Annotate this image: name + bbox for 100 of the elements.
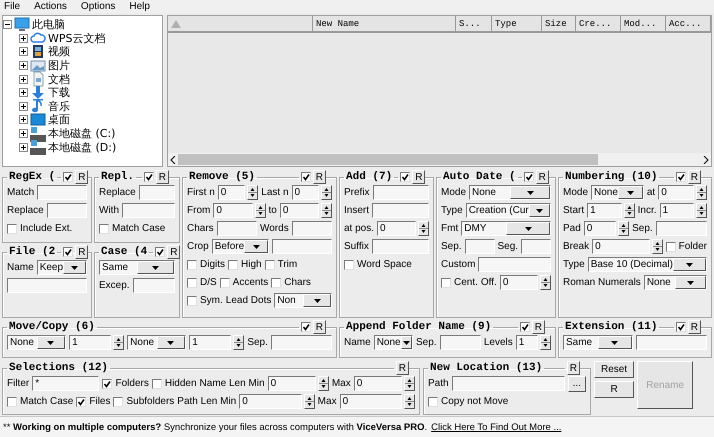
text-field[interactable] [372,185,429,200]
expand-icon[interactable] [19,142,28,152]
text-field[interactable] [132,278,175,293]
reset-section-button[interactable]: R [156,170,169,184]
action-button[interactable]: R [594,381,634,398]
tree-item[interactable]: 下载 [48,85,70,100]
checkbox[interactable] [400,172,410,182]
spinner-button[interactable] [304,394,315,409]
number-field[interactable]: 1 [587,203,622,218]
spinner-button[interactable] [540,335,552,350]
dropdown[interactable]: Non [274,293,332,308]
spinner-button[interactable] [254,203,266,218]
tree-item[interactable]: 图片 [48,58,70,74]
tree-item[interactable]: 文档 [48,72,70,87]
text-field[interactable] [478,257,551,272]
spinner-button[interactable] [696,203,707,218]
checkbox[interactable] [102,378,112,388]
tree-item[interactable]: 视频 [48,44,70,60]
number-field[interactable]: 1 [189,335,232,350]
menu-item[interactable]: Help [129,1,150,12]
reset-section-button[interactable]: R [412,170,426,184]
dropdown[interactable]: Keep [36,260,87,275]
text-field[interactable] [656,221,707,236]
spinner-button[interactable] [418,221,429,236]
number-field[interactable]: 1 [660,203,694,218]
menu-item[interactable]: Actions [34,1,67,12]
checkbox[interactable] [144,172,154,182]
checkbox[interactable] [187,296,197,306]
column-header[interactable]: Mod... [621,16,666,31]
text-field[interactable] [37,185,87,200]
number-field[interactable]: 0 [239,394,302,409]
reset-section-button[interactable]: R [536,170,549,184]
dropdown[interactable]: None [591,185,644,200]
horizontal-scrollbar[interactable] [168,153,711,166]
text-field[interactable] [372,203,429,218]
dropdown[interactable]: Same [99,260,175,275]
checkbox[interactable] [99,224,109,234]
checkbox[interactable] [300,172,311,182]
column-header[interactable]: Cre... [576,16,621,31]
dropdown[interactable]: None [644,275,707,290]
checkbox[interactable] [428,396,438,406]
scrollbar-thumb[interactable] [178,154,598,165]
checkbox[interactable] [666,242,676,252]
dropdown[interactable]: None [374,335,413,350]
text-field[interactable] [372,239,429,254]
checkbox[interactable] [63,172,74,182]
spinner-button[interactable] [404,376,415,391]
checkbox[interactable] [300,322,311,332]
dropdown[interactable]: DMY [461,221,551,236]
column-header[interactable]: Acc... [666,16,711,31]
number-field[interactable]: 0 [340,394,402,409]
column-header[interactable]: New Name [313,16,456,31]
expand-icon[interactable] [19,34,28,43]
expand-icon[interactable] [19,88,28,98]
checkbox[interactable] [187,260,197,270]
column-header[interactable]: Type [492,16,542,31]
text-field[interactable] [292,221,332,236]
checkbox[interactable] [676,322,686,332]
expand-icon[interactable] [19,115,28,124]
spinner-button[interactable] [247,185,258,200]
spinner-button[interactable] [540,275,551,290]
number-field[interactable]: 1 [69,335,112,350]
text-field[interactable] [636,335,707,350]
checkbox[interactable] [220,278,230,288]
tree-item[interactable]: 桌面 [48,112,70,128]
text-field[interactable] [440,335,481,350]
text-field[interactable] [521,239,551,254]
spinner-button[interactable] [624,203,635,218]
number-field[interactable]: 0 [268,376,316,391]
find-out-more-link[interactable]: Click Here To Find Out More ... [431,422,562,432]
expand-icon[interactable] [19,102,28,111]
dropdown[interactable]: Creation (Cur [466,203,551,218]
reset-section-button[interactable]: R [566,361,580,375]
checkbox[interactable] [113,396,124,406]
number-field[interactable]: 1 [516,335,538,350]
text-field[interactable] [270,335,332,350]
reset-section-button[interactable]: R [688,170,701,184]
dropdown[interactable]: None [469,185,551,200]
tree-item[interactable]: 此电脑 [32,17,65,32]
reset-section-button[interactable]: R [167,245,180,259]
number-field[interactable]: 0 [354,376,402,391]
expand-icon[interactable] [19,74,28,84]
dropdown[interactable]: None [7,335,66,350]
checkbox[interactable] [344,260,354,270]
checkbox[interactable] [187,278,197,288]
browse-button[interactable]: ... [568,376,586,392]
text-field[interactable] [122,203,175,218]
text-field[interactable] [272,239,332,254]
checkbox[interactable] [76,396,86,406]
spinner-button[interactable] [404,394,416,409]
spinner-button[interactable] [652,239,663,254]
spinner-button[interactable] [233,335,244,350]
spinner-button[interactable] [696,185,708,200]
reset-section-button[interactable]: R [312,320,326,334]
expand-icon[interactable] [19,129,28,138]
checkbox[interactable] [520,322,530,332]
reset-section-button[interactable]: R [312,170,326,184]
spinner-button[interactable] [113,335,124,350]
checkbox[interactable] [7,396,17,406]
number-field[interactable]: 0 [584,221,616,236]
